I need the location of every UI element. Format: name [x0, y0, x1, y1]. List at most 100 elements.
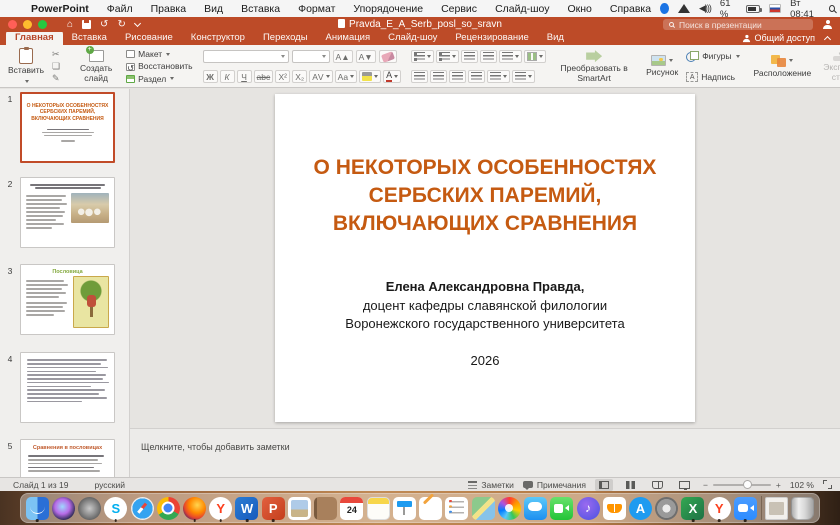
textbox-button[interactable]: АНадпись [686, 72, 739, 82]
redo-icon[interactable]: ↻ [117, 19, 125, 30]
decrease-indent-button[interactable] [461, 50, 478, 63]
dock-word-icon[interactable] [234, 494, 260, 522]
dock-music-icon[interactable] [575, 494, 601, 522]
dock-preview-icon[interactable] [286, 494, 312, 522]
convert-to-smartart-button[interactable]: Преобразовать в SmartArt [556, 48, 632, 85]
align-text-button[interactable] [512, 70, 535, 83]
presentation-search-box[interactable] [663, 19, 813, 30]
save-icon[interactable] [82, 20, 91, 29]
notes-placeholder[interactable]: Щелкните, чтобы добавить заметки [130, 429, 840, 452]
wifi-icon[interactable] [678, 4, 690, 13]
cloud-status-icon[interactable] [660, 3, 669, 14]
layout-button[interactable]: Макет [126, 50, 192, 59]
font-color-button[interactable]: А [383, 70, 401, 83]
new-slide-button[interactable]: Создать слайд [70, 48, 122, 85]
copy-button[interactable]: ❏ [52, 62, 60, 71]
close-window-button[interactable] [8, 20, 17, 29]
strikethrough-button[interactable]: abc [254, 70, 274, 83]
dock-excel-icon[interactable] [680, 494, 706, 522]
font-name-combo[interactable] [203, 50, 289, 63]
view-slide-sorter-button[interactable] [622, 479, 640, 491]
dock-contacts-icon[interactable] [313, 494, 339, 522]
change-case-button[interactable]: Аа [335, 70, 358, 83]
align-left-button[interactable] [411, 70, 428, 83]
decrease-font-button[interactable]: A▼ [356, 50, 376, 63]
character-spacing-button[interactable]: АV [309, 70, 332, 83]
spotlight-icon[interactable] [829, 5, 835, 12]
highlight-color-button[interactable] [359, 70, 381, 83]
quick-styles-button[interactable]: Экспресс-стили [819, 48, 840, 85]
justify-button[interactable] [468, 70, 485, 83]
thumbnail-slide-3[interactable]: Пословица [20, 264, 115, 335]
thumbnail-slide-4[interactable] [20, 352, 115, 423]
comments-toggle-button[interactable]: Примечания [523, 480, 586, 490]
align-center-button[interactable] [430, 70, 447, 83]
view-slideshow-button[interactable] [676, 479, 694, 491]
dock-reminders-icon[interactable] [444, 494, 470, 522]
font-size-combo[interactable] [292, 50, 330, 63]
dock-powerpoint-icon[interactable] [260, 494, 286, 522]
thumbnail-slide-2[interactable] [20, 177, 115, 248]
align-right-button[interactable] [449, 70, 466, 83]
zoom-window-button[interactable] [38, 20, 47, 29]
picture-button[interactable]: Рисунок [642, 48, 682, 85]
dock-pages-icon[interactable] [418, 494, 444, 522]
line-spacing-button[interactable] [499, 50, 522, 63]
menu-item-2[interactable]: Файл [98, 3, 142, 15]
menu-item-8[interactable]: Сервис [432, 3, 486, 15]
italic-button[interactable]: К [220, 70, 235, 83]
dock-photos-icon[interactable] [496, 494, 522, 522]
subscript-button[interactable]: X₂ [292, 70, 307, 83]
ribbon-tab-6[interactable]: Анимация [317, 30, 380, 45]
ribbon-tab-8[interactable]: Рецензирование [446, 30, 537, 45]
ribbon-tab-3[interactable]: Рисование [116, 30, 182, 45]
dock-yandex-icon[interactable] [208, 494, 234, 522]
dock-firefox-icon[interactable] [181, 494, 207, 522]
view-reading-button[interactable] [649, 479, 667, 491]
dock-app-store-icon[interactable] [627, 494, 653, 522]
notes-toggle-button[interactable]: Заметки [468, 480, 514, 490]
search-input[interactable] [679, 20, 807, 30]
columns-button[interactable] [524, 50, 546, 63]
menu-item-4[interactable]: Вид [195, 3, 232, 15]
dock-skype-icon[interactable] [103, 494, 129, 522]
home-icon[interactable]: ⌂ [67, 19, 73, 30]
cut-button[interactable]: ✂ [52, 50, 60, 59]
menu-bar-clock[interactable]: Вт 08:41 [790, 0, 820, 20]
slide-subtitle[interactable]: Елена Александровна Правда, доцент кафед… [275, 278, 695, 335]
slide-title[interactable]: О НЕКОТОРЫХ ОСОБЕННОСТЯХ СЕРБСКИХ ПАРЕМИ… [275, 154, 695, 238]
dock-facetime-icon[interactable] [549, 494, 575, 522]
battery-icon[interactable] [746, 5, 760, 13]
volume-icon[interactable]: ◀))) [699, 3, 711, 14]
language-flag-icon[interactable] [769, 4, 781, 13]
dock-zoom-icon[interactable] [732, 494, 758, 522]
arrange-button[interactable]: Расположение [750, 48, 816, 85]
dock-messages-icon[interactable] [522, 494, 548, 522]
bullets-button[interactable] [411, 50, 434, 63]
ribbon-tab-9[interactable]: Вид [538, 30, 573, 45]
underline-button[interactable]: Ч [237, 70, 252, 83]
ribbon-tab-1[interactable]: Главная [6, 30, 63, 45]
dock-safari-icon[interactable] [129, 494, 155, 522]
menu-item-9[interactable]: Слайд-шоу [486, 3, 558, 15]
ribbon-tab-7[interactable]: Слайд-шоу [379, 30, 446, 45]
notes-pane[interactable]: Щелкните, чтобы добавить заметки [130, 428, 840, 477]
language-indicator[interactable]: русский [94, 480, 125, 490]
menu-item-10[interactable]: Окно [559, 3, 601, 15]
thumbnail-slide-1[interactable]: О НЕКОТОРЫХ ОСОБЕННОСТЯХ СЕРБСКИХ ПАРЕМИ… [20, 92, 115, 163]
menu-item-6[interactable]: Формат [289, 3, 344, 15]
numbering-button[interactable] [436, 50, 459, 63]
shapes-button[interactable]: Фигуры [686, 51, 739, 61]
zoom-out-button[interactable]: − [703, 480, 708, 490]
menu-item-5[interactable]: Вставка [232, 3, 289, 15]
menu-item-11[interactable]: Справка [601, 3, 660, 15]
dock-yandex-browser-icon[interactable] [706, 494, 732, 522]
increase-font-button[interactable]: A▲ [333, 50, 353, 63]
paste-button[interactable]: Вставить [4, 48, 48, 85]
reset-button[interactable]: ↺Восстановить [126, 62, 192, 71]
dock-books-icon[interactable] [601, 494, 627, 522]
zoom-level[interactable]: 102 % [790, 480, 814, 490]
dock-finder-icon[interactable] [24, 494, 50, 522]
zoom-in-button[interactable]: + [776, 480, 781, 490]
section-button[interactable]: Раздел [126, 75, 192, 84]
